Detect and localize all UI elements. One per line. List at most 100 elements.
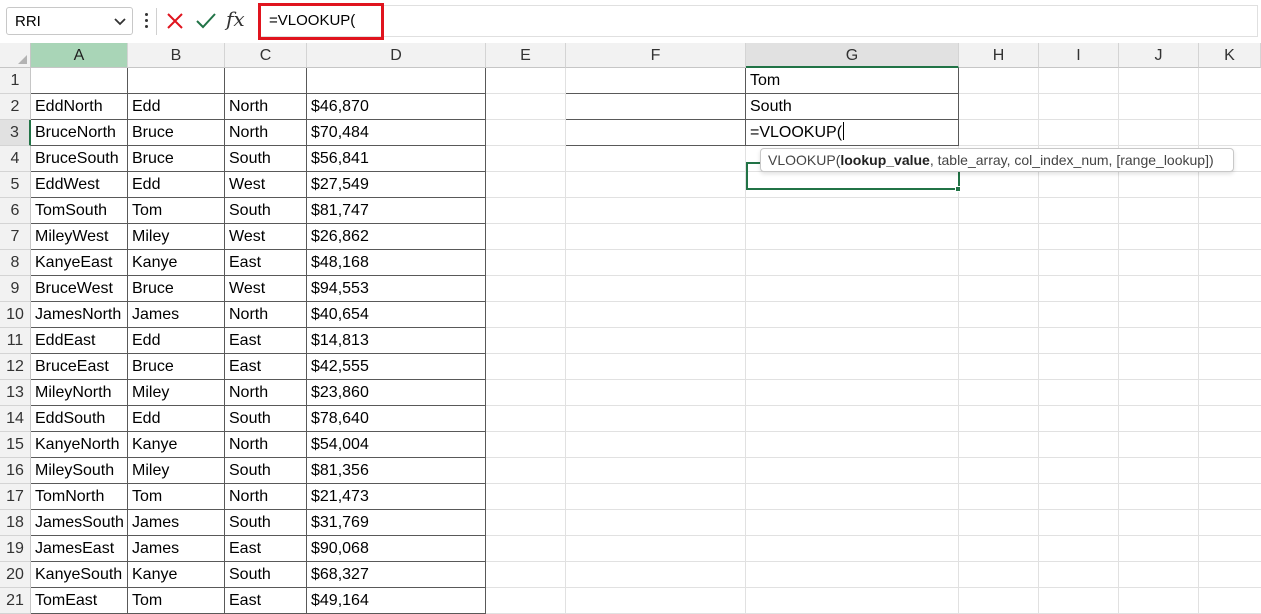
table-cell[interactable]: South — [225, 510, 307, 536]
table-cell[interactable]: $42,555 — [307, 354, 486, 380]
table-cell[interactable]: James — [128, 302, 225, 328]
row-header-13[interactable]: 13 — [0, 380, 31, 406]
lookup-formula-cell[interactable]: =VLOOKUP( — [746, 120, 959, 146]
table-cell[interactable]: North — [225, 380, 307, 406]
table-cell[interactable]: $14,813 — [307, 328, 486, 354]
table-cell[interactable]: EddSouth — [31, 406, 128, 432]
table-cell[interactable]: East — [225, 328, 307, 354]
column-header-a[interactable]: A — [31, 43, 128, 68]
table-cell[interactable]: West — [225, 276, 307, 302]
table-cell[interactable]: Bruce — [128, 146, 225, 172]
table-cell[interactable]: South — [225, 562, 307, 588]
column-header-f[interactable]: F — [566, 43, 746, 68]
table-cell[interactable]: $68,327 — [307, 562, 486, 588]
lookup-label-cell[interactable]: Sales Rep — [566, 68, 746, 94]
table-cell[interactable]: $90,068 — [307, 536, 486, 562]
tooltip-current-arg[interactable]: lookup_value — [840, 152, 929, 168]
table-cell[interactable]: Bruce — [128, 276, 225, 302]
row-header-9[interactable]: 9 — [0, 276, 31, 302]
table-cell[interactable]: TomNorth — [31, 484, 128, 510]
table-cell[interactable]: KanyeNorth — [31, 432, 128, 458]
chevron-down-icon[interactable] — [114, 17, 126, 27]
row-header-7[interactable]: 7 — [0, 224, 31, 250]
table-cell[interactable]: TomSouth — [31, 198, 128, 224]
table-cell[interactable]: Kanye — [128, 432, 225, 458]
row-header-6[interactable]: 6 — [0, 198, 31, 224]
row-header-12[interactable]: 12 — [0, 354, 31, 380]
table-cell[interactable]: South — [225, 406, 307, 432]
table-cell[interactable]: $81,356 — [307, 458, 486, 484]
table-cell[interactable]: West — [225, 172, 307, 198]
table-cell[interactable]: $56,841 — [307, 146, 486, 172]
table-cell[interactable]: BruceWest — [31, 276, 128, 302]
row-header-16[interactable]: 16 — [0, 458, 31, 484]
table-cell[interactable]: Tom — [128, 588, 225, 614]
column-header-e[interactable]: E — [486, 43, 566, 68]
table-cell[interactable]: MileyWest — [31, 224, 128, 250]
row-header-10[interactable]: 10 — [0, 302, 31, 328]
table-cell[interactable]: KanyeSouth — [31, 562, 128, 588]
table-cell[interactable]: Edd — [128, 172, 225, 198]
table-cell[interactable]: Edd — [128, 406, 225, 432]
row-header-11[interactable]: 11 — [0, 328, 31, 354]
table-cell[interactable]: North — [225, 432, 307, 458]
table-cell[interactable]: JamesSouth — [31, 510, 128, 536]
table-header-cell[interactable]: Region — [225, 68, 307, 94]
table-cell[interactable]: $54,004 — [307, 432, 486, 458]
table-cell[interactable]: Miley — [128, 380, 225, 406]
row-header-2[interactable]: 2 — [0, 94, 31, 120]
table-cell[interactable]: West — [225, 224, 307, 250]
table-cell[interactable]: $27,549 — [307, 172, 486, 198]
row-header-19[interactable]: 19 — [0, 536, 31, 562]
table-cell[interactable]: East — [225, 536, 307, 562]
table-cell[interactable]: South — [225, 458, 307, 484]
table-cell[interactable]: MileyNorth — [31, 380, 128, 406]
table-cell[interactable]: James — [128, 510, 225, 536]
table-cell[interactable]: $31,769 — [307, 510, 486, 536]
column-header-b[interactable]: B — [128, 43, 225, 68]
more-vert-icon[interactable] — [143, 11, 149, 31]
table-cell[interactable]: Edd — [128, 328, 225, 354]
column-header-j[interactable]: J — [1119, 43, 1199, 68]
table-cell[interactable]: MileySouth — [31, 458, 128, 484]
fx-icon[interactable]: fx — [226, 7, 245, 31]
table-cell[interactable]: North — [225, 94, 307, 120]
row-header-15[interactable]: 15 — [0, 432, 31, 458]
table-cell[interactable]: BruceSouth — [31, 146, 128, 172]
table-cell[interactable]: South — [225, 146, 307, 172]
lookup-value-cell[interactable]: Tom — [746, 68, 959, 94]
row-header-5[interactable]: 5 — [0, 172, 31, 198]
table-cell[interactable]: $48,168 — [307, 250, 486, 276]
table-cell[interactable]: James — [128, 536, 225, 562]
table-cell[interactable]: Tom — [128, 198, 225, 224]
table-cell[interactable]: Bruce — [128, 354, 225, 380]
formula-input[interactable]: =VLOOKUP( — [258, 5, 1258, 37]
table-cell[interactable]: $94,553 — [307, 276, 486, 302]
table-cell[interactable]: Miley — [128, 224, 225, 250]
column-header-i[interactable]: I — [1039, 43, 1119, 68]
column-header-k[interactable]: K — [1199, 43, 1261, 68]
table-cell[interactable]: BruceEast — [31, 354, 128, 380]
table-cell[interactable]: North — [225, 484, 307, 510]
table-cell[interactable]: East — [225, 354, 307, 380]
cancel-icon[interactable] — [165, 11, 185, 31]
lookup-value-cell[interactable]: South — [746, 94, 959, 120]
row-header-8[interactable]: 8 — [0, 250, 31, 276]
table-cell[interactable]: JamesNorth — [31, 302, 128, 328]
table-header-cell[interactable]: Sales Rep — [128, 68, 225, 94]
table-cell[interactable]: North — [225, 302, 307, 328]
row-header-18[interactable]: 18 — [0, 510, 31, 536]
table-cell[interactable]: $78,640 — [307, 406, 486, 432]
table-header-cell[interactable]: Helper Col — [31, 68, 128, 94]
table-cell[interactable]: $49,164 — [307, 588, 486, 614]
table-cell[interactable]: JamesEast — [31, 536, 128, 562]
table-cell[interactable]: $81,747 — [307, 198, 486, 224]
table-cell[interactable]: Tom — [128, 484, 225, 510]
table-cell[interactable]: EddEast — [31, 328, 128, 354]
table-cell[interactable]: EddNorth — [31, 94, 128, 120]
row-header-4[interactable]: 4 — [0, 146, 31, 172]
table-cell[interactable]: BruceNorth — [31, 120, 128, 146]
table-cell[interactable]: $26,862 — [307, 224, 486, 250]
row-header-3[interactable]: 3 — [0, 120, 31, 146]
table-cell[interactable]: TomEast — [31, 588, 128, 614]
